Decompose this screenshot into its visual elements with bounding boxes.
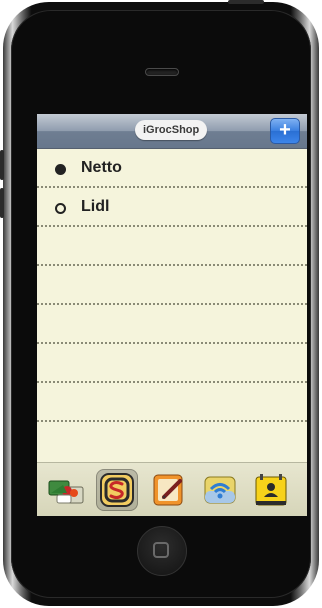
empty-row: [37, 266, 307, 305]
shopping-basket-icon: [48, 480, 84, 504]
list-item[interactable]: Netto: [37, 149, 307, 188]
navigation-bar: iGrocShop +: [37, 114, 307, 149]
unselected-radio-icon: [55, 203, 66, 214]
empty-row: [37, 305, 307, 344]
tab-contacts[interactable]: [250, 469, 292, 511]
power-button: [228, 0, 264, 4]
tab-shops[interactable]: [96, 469, 138, 511]
earpiece-speaker: [145, 68, 179, 76]
add-shop-button[interactable]: +: [270, 118, 300, 144]
tab-bar: [37, 462, 307, 516]
wifi-sync-icon: [204, 476, 236, 504]
volume-button-2: [0, 188, 4, 218]
volume-button: [0, 150, 4, 180]
home-square-icon: [153, 542, 169, 558]
empty-row: [37, 344, 307, 383]
selected-radio-icon: [55, 164, 66, 175]
empty-row: [37, 383, 307, 422]
tab-shopping-list[interactable]: [45, 469, 87, 511]
list-item[interactable]: Lidl: [37, 188, 307, 227]
empty-row: [37, 227, 307, 266]
app-title: iGrocShop: [135, 120, 208, 140]
shop-name: Lidl: [81, 198, 110, 215]
contact-card-icon: [255, 474, 287, 506]
app-screen: iGrocShop + Netto Lidl: [37, 114, 307, 516]
shops-s-icon: [100, 473, 134, 507]
shop-list: Netto Lidl: [37, 149, 307, 422]
tab-sync[interactable]: [199, 469, 241, 511]
home-button[interactable]: [137, 526, 187, 576]
notepad-edit-icon: [153, 474, 183, 506]
shop-name: Netto: [81, 159, 122, 176]
tab-edit[interactable]: [148, 469, 190, 511]
